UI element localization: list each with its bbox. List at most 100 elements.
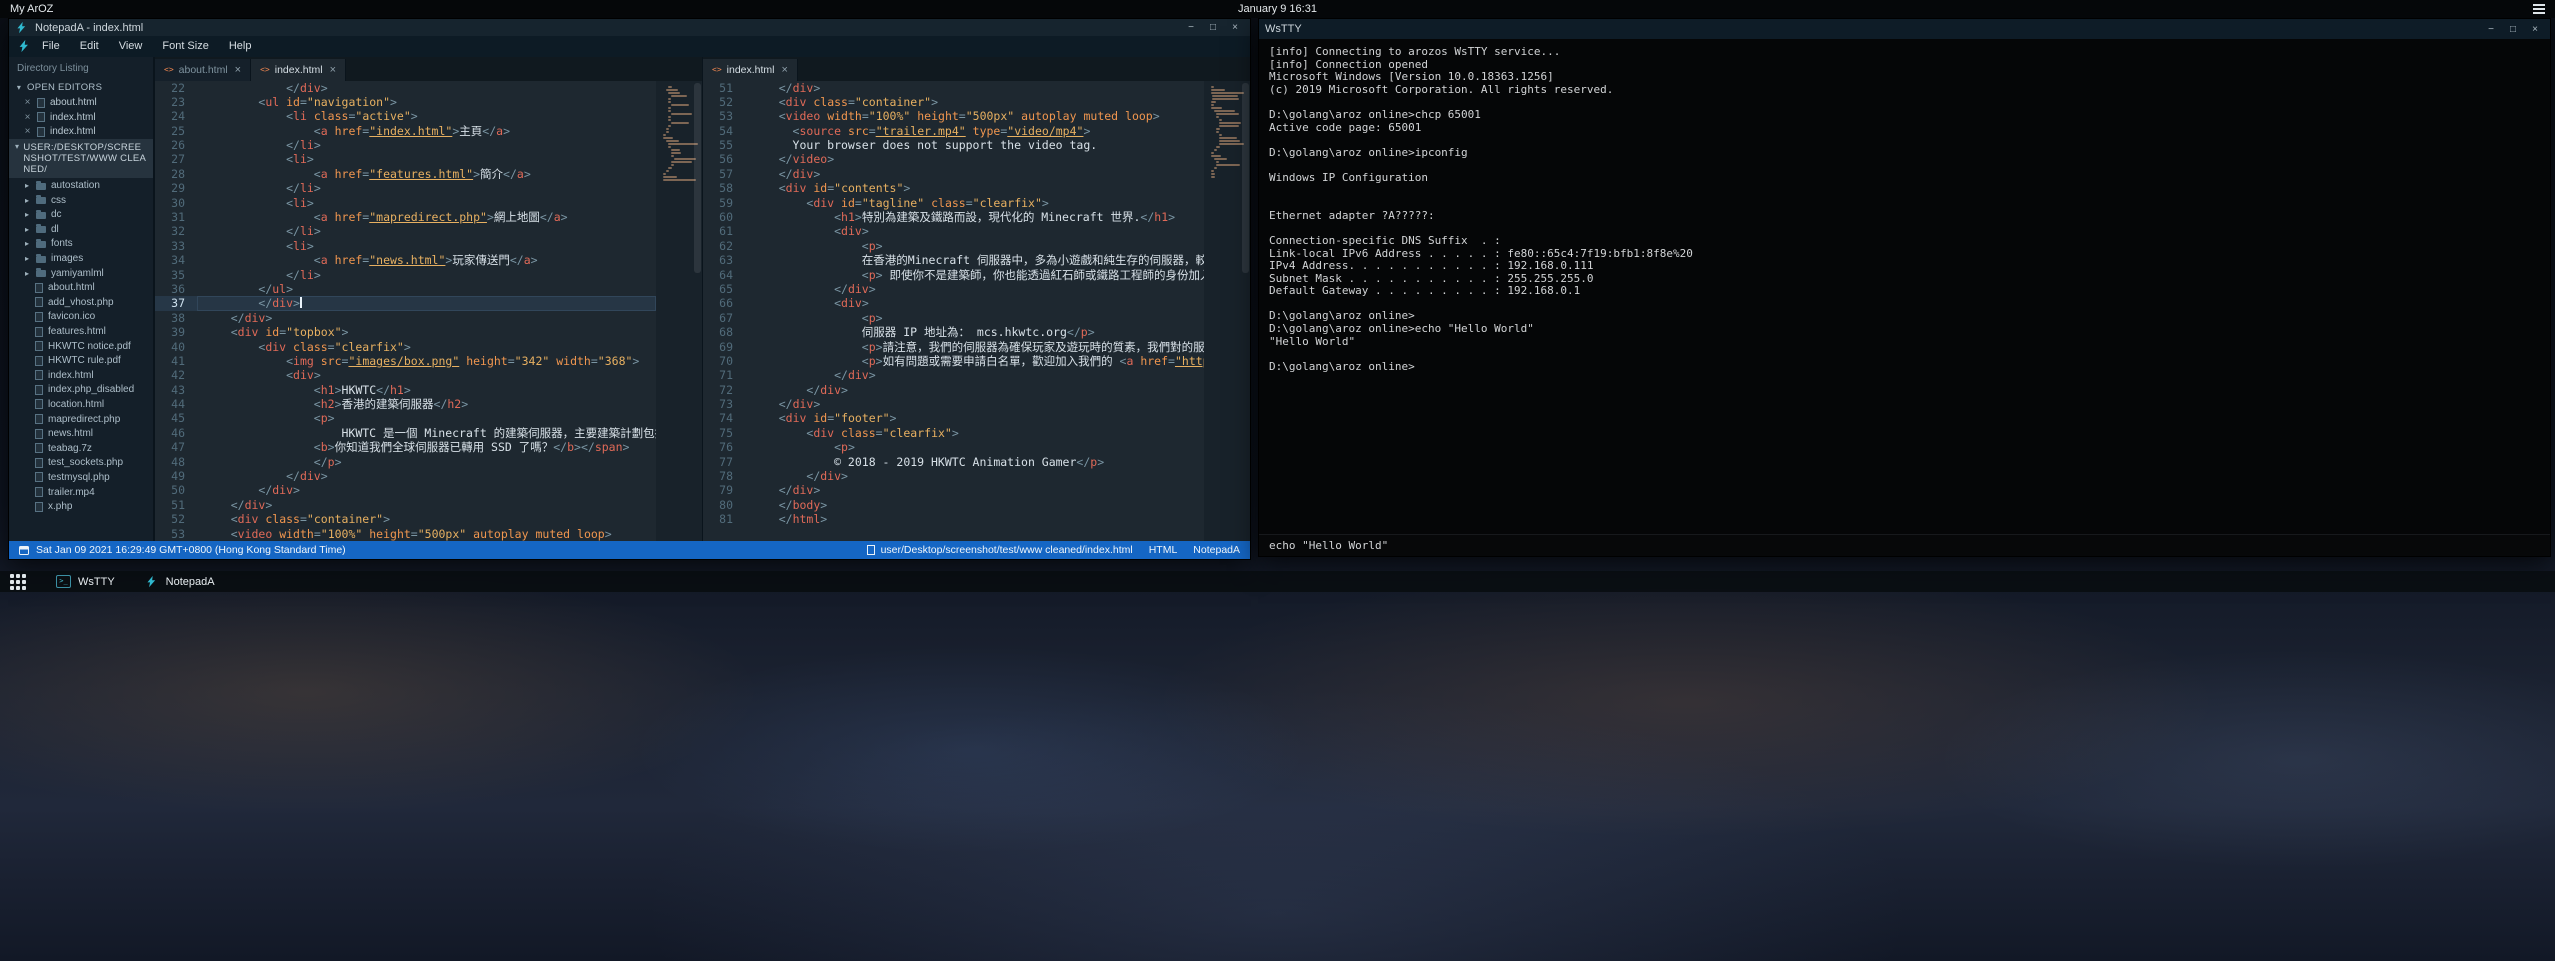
tree-file-item[interactable]: x.php (9, 499, 153, 514)
code-line[interactable]: <li class="active"> (197, 109, 656, 123)
code-line[interactable]: <a href="features.html">簡介</a> (197, 167, 656, 181)
code-line[interactable]: <p> (197, 411, 656, 425)
open-editors-header[interactable]: ▾ OPEN EDITORS (9, 79, 153, 96)
code-line[interactable]: <a href="index.html">主頁</a> (197, 124, 656, 138)
tree-folder-item[interactable]: ▸autostation (9, 178, 153, 193)
code-line[interactable]: </div> (745, 81, 1204, 95)
editor-tab[interactable]: <>about.html× (155, 59, 251, 81)
minimap[interactable] (1204, 81, 1250, 542)
editor-pane[interactable]: 5152535455565758596061626364656667686970… (703, 81, 1250, 542)
taskbar-item-notepada[interactable]: NotepadA (145, 575, 215, 589)
code-line[interactable]: </div> (197, 483, 656, 497)
tab-close-icon[interactable]: × (782, 64, 788, 76)
code-line[interactable]: </li> (197, 268, 656, 282)
notepad-titlebar[interactable]: NotepadA - index.html − □ × (9, 19, 1250, 36)
open-editor-item[interactable]: ×index.html (9, 110, 153, 125)
scrollbar-thumb[interactable] (1242, 83, 1249, 273)
code-line[interactable]: <source src="trailer.mp4" type="video/mp… (745, 124, 1204, 138)
code-line[interactable]: <ul id="navigation"> (197, 95, 656, 109)
tree-file-item[interactable]: location.html (9, 397, 153, 412)
close-button[interactable]: × (1226, 21, 1244, 35)
code-line[interactable]: <p>請注意，我們的伺服器為確保玩家及遊玩時的質素，我們對的服務開放 (745, 340, 1204, 354)
close-file-icon[interactable]: × (23, 112, 32, 123)
code-line[interactable]: <p> (745, 440, 1204, 454)
code-line[interactable]: <div id="tagline" class="clearfix"> (745, 196, 1204, 210)
code-line[interactable]: © 2018 - 2019 HKWTC Animation Gamer</p> (745, 455, 1204, 469)
menu-file[interactable]: File (33, 38, 69, 54)
code-line[interactable]: </li> (197, 224, 656, 238)
close-file-icon[interactable]: × (23, 97, 32, 108)
tree-folder-item[interactable]: ▸images (9, 251, 153, 266)
code-line[interactable]: <p> (745, 311, 1204, 325)
code-line[interactable]: </body> (745, 498, 1204, 512)
code-line[interactable]: <a href="news.html">玩家傳送門</a> (197, 253, 656, 267)
code-line[interactable]: </div> (745, 368, 1204, 382)
maximize-button[interactable]: □ (2504, 22, 2522, 36)
code-line[interactable]: </div> (197, 498, 656, 512)
tree-file-item[interactable]: mapredirect.php (9, 412, 153, 427)
code-line[interactable]: </video> (745, 152, 1204, 166)
code-line[interactable]: </div> (197, 469, 656, 483)
tree-folder-item[interactable]: ▸fonts (9, 237, 153, 252)
code-line[interactable]: <li> (197, 239, 656, 253)
menu-help[interactable]: Help (220, 38, 261, 54)
code-line[interactable]: </div> (197, 311, 656, 325)
code-line[interactable]: </html> (745, 512, 1204, 526)
editor-tab[interactable]: <>index.html× (703, 59, 798, 81)
code-line[interactable]: </ul> (197, 282, 656, 296)
status-filepath[interactable]: user/Desktop/screenshot/test/www cleaned… (881, 544, 1133, 556)
code-line[interactable]: 在香港的Minecraft 伺服器中，多為小遊戲和純生存的伺服器，較少擁有 (745, 253, 1204, 267)
code-line[interactable]: <li> (197, 196, 656, 210)
code-line[interactable]: <div> (745, 224, 1204, 238)
code-line[interactable]: <h1>特別為建築及鐵路而設，現代化的 Minecraft 世界.</h1> (745, 210, 1204, 224)
system-menu-title[interactable]: My ArOZ (10, 3, 53, 15)
tree-file-item[interactable]: HKWTC rule.pdf (9, 353, 153, 368)
launcher-button[interactable] (10, 574, 26, 590)
code-line[interactable]: <div id="topbox"> (197, 325, 656, 339)
tree-folder-item[interactable]: ▸css (9, 193, 153, 208)
hamburger-menu-icon[interactable] (2533, 4, 2545, 14)
code-line[interactable]: </div> (745, 282, 1204, 296)
code-line[interactable]: </div> (745, 469, 1204, 483)
code-line[interactable]: <div id="contents"> (745, 181, 1204, 195)
code-line[interactable]: </div> (745, 383, 1204, 397)
wstty-titlebar[interactable]: WsTTY − □ × (1259, 19, 2550, 39)
tree-file-item[interactable]: news.html (9, 426, 153, 441)
code-line[interactable]: <video width="100%" height="500px" autop… (745, 109, 1204, 123)
code-line[interactable]: <div> (745, 296, 1204, 310)
menu-font-size[interactable]: Font Size (153, 38, 217, 54)
terminal-input[interactable]: echo "Hello World" (1259, 534, 2550, 556)
code-line[interactable]: </div> (197, 296, 656, 310)
minimap[interactable] (656, 81, 702, 542)
tree-file-item[interactable]: favicon.ico (9, 310, 153, 325)
close-file-icon[interactable]: × (23, 126, 32, 137)
code-line[interactable]: <h2>香港的建築伺服器</h2> (197, 397, 656, 411)
code-line[interactable]: </div> (197, 81, 656, 95)
code-line[interactable]: <p> (745, 239, 1204, 253)
code-area[interactable]: </div> <div class="container"> <video wi… (745, 81, 1204, 542)
tree-file-item[interactable]: test_sockets.php (9, 456, 153, 471)
minimize-button[interactable]: − (1182, 21, 1200, 35)
code-line[interactable]: </li> (197, 181, 656, 195)
tree-file-item[interactable]: add_vhost.php (9, 295, 153, 310)
close-button[interactable]: × (2526, 22, 2544, 36)
tree-file-item[interactable]: testmysql.php (9, 470, 153, 485)
code-line[interactable]: 伺服器 IP 地址為： mcs.hkwtc.org</p> (745, 325, 1204, 339)
code-line[interactable]: </li> (197, 138, 656, 152)
editor-tab[interactable]: <>index.html× (251, 59, 346, 81)
code-line[interactable]: <div id="footer"> (745, 411, 1204, 425)
terminal-output[interactable]: [info] Connecting to arozos WsTTY servic… (1259, 39, 2550, 534)
maximize-button[interactable]: □ (1204, 21, 1222, 35)
code-line[interactable]: </div> (745, 167, 1204, 181)
scrollbar-thumb[interactable] (694, 83, 701, 273)
code-line[interactable]: <p>如有問題或需要申請白名單，歡迎加入我們的 <a href="https:/… (745, 354, 1204, 368)
tree-file-item[interactable]: trailer.mp4 (9, 485, 153, 500)
code-line[interactable]: <video width="100%" height="500px" autop… (197, 527, 656, 541)
tree-folder-item[interactable]: ▸dc (9, 207, 153, 222)
tab-close-icon[interactable]: × (330, 64, 336, 76)
code-line[interactable]: <div class="clearfix"> (197, 340, 656, 354)
code-line[interactable]: <li> (197, 152, 656, 166)
code-area[interactable]: </div> <ul id="navigation"> <li class="a… (197, 81, 656, 542)
tree-file-item[interactable]: teabag.7z (9, 441, 153, 456)
tree-file-item[interactable]: index.php_disabled (9, 383, 153, 398)
